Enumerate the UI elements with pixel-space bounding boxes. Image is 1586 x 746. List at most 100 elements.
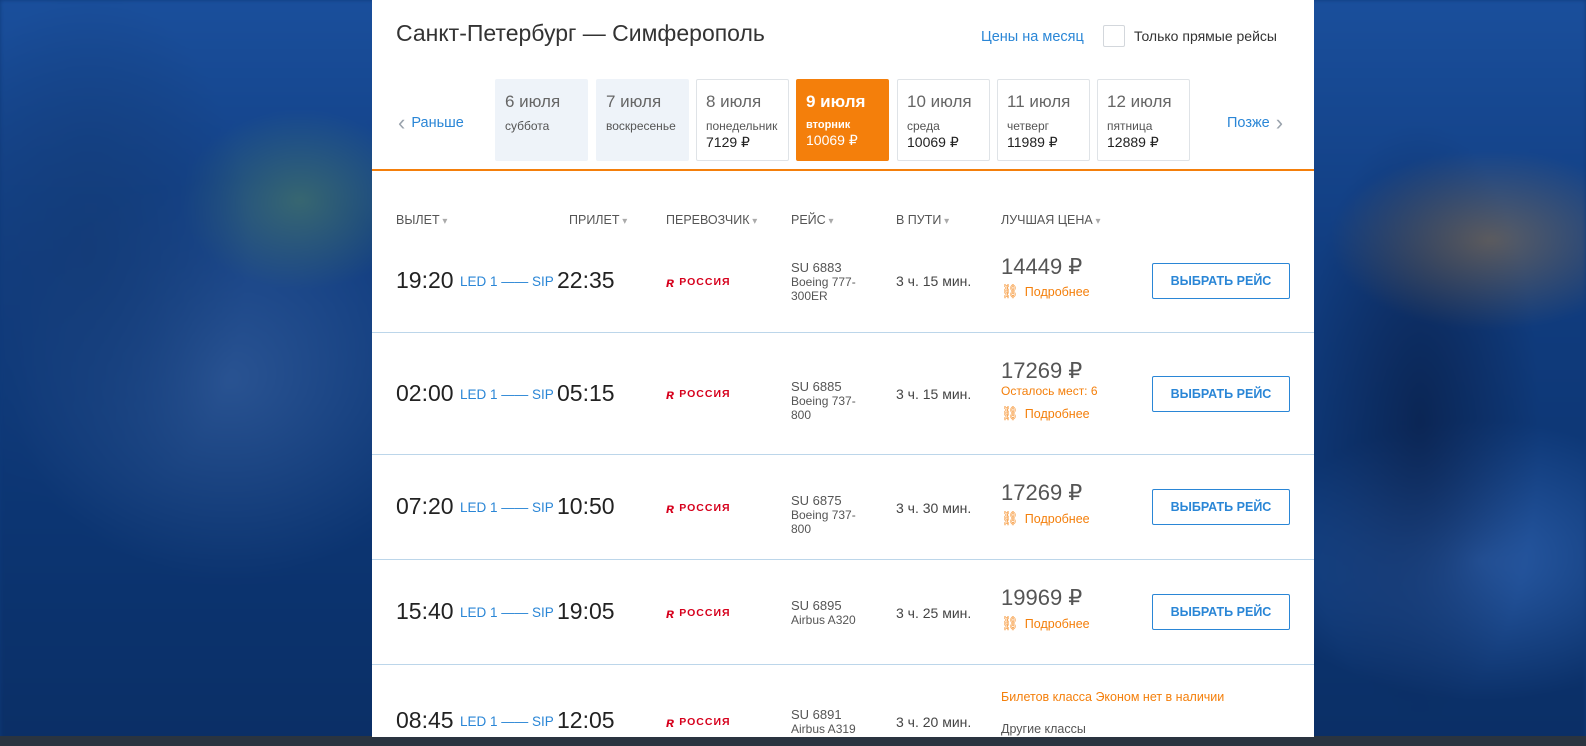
flight-price: 17269 ₽: [1001, 480, 1083, 505]
from-airport: LED 1: [460, 714, 498, 729]
details-link[interactable]: ⛓ Подробнее: [1001, 405, 1090, 422]
airline-mark-icon: ʀ: [666, 714, 676, 730]
to-airport: SIP: [532, 387, 554, 402]
date-price: 11989 ₽: [1007, 134, 1058, 150]
arrival-time: 22:35: [557, 267, 615, 293]
select-flight-button[interactable]: ВЫБРАТЬ РЕЙС: [1152, 489, 1290, 525]
date-card[interactable]: 12 июля пятница 12889 ₽: [1097, 79, 1190, 161]
later-button[interactable]: Позже ›: [1227, 110, 1284, 135]
sort-best-price[interactable]: ЛУЧШАЯ ЦЕНА: [1001, 213, 1101, 227]
carrier-logo: ʀ РОССИЯ: [666, 500, 731, 516]
flight-number: SU 6895: [791, 598, 842, 613]
aircraft-type: Airbus A319: [791, 722, 856, 736]
select-flight-button[interactable]: ВЫБРАТЬ РЕЙС: [1152, 594, 1290, 630]
flight-price: 14449 ₽: [1001, 254, 1083, 279]
details-label: Подробнее: [1024, 406, 1090, 421]
weekday-label: суббота: [505, 119, 550, 133]
airline-mark-icon: ʀ: [666, 386, 676, 402]
date-card[interactable]: 7 июля воскресенье: [596, 79, 689, 161]
carrier-logo: ʀ РОССИЯ: [666, 714, 731, 730]
flight-number: SU 6885: [791, 379, 842, 394]
departure-time: 19:20: [396, 267, 454, 293]
carrier-name: РОССИЯ: [679, 607, 731, 619]
from-airport: LED 1: [460, 387, 498, 402]
sort-departure[interactable]: ВЫЛЕТ: [396, 213, 447, 227]
aircraft-type: Boeing 737-800: [791, 394, 856, 422]
to-airport: SIP: [532, 714, 554, 729]
flight-duration: 3 ч. 15 мин.: [896, 386, 972, 402]
aircraft-type: Boeing 777-300ER: [791, 275, 856, 303]
no-economy-notice: Билетов класса Эконом нет в наличии: [1001, 690, 1225, 704]
flight-row: 02:00 LED 1 —— SIP 05:15 ʀ РОССИЯ SU 6885…: [372, 333, 1314, 455]
results-panel: Санкт-Петербург — Симферополь Цены на ме…: [372, 0, 1314, 737]
date-label: 7 июля: [606, 92, 662, 111]
flight-duration: 3 ч. 30 мин.: [896, 500, 972, 516]
date-card[interactable]: 6 июля суббота: [495, 79, 588, 161]
carrier-logo: ʀ РОССИЯ: [666, 605, 731, 621]
arrival-time: 10:50: [557, 493, 615, 519]
arrival-time: 19:05: [557, 598, 615, 624]
seats-left: Осталось мест: 6: [1001, 384, 1098, 398]
direct-only-checkbox[interactable]: [1103, 25, 1125, 47]
details-label: Подробнее: [1024, 616, 1090, 631]
weekday-label: понедельник: [706, 119, 778, 133]
carrier-name: РОССИЯ: [679, 716, 731, 728]
details-link[interactable]: ⛓ Подробнее: [1001, 510, 1090, 527]
weekday-label: четверг: [1007, 119, 1049, 133]
date-card[interactable]: 8 июля понедельник 7129 ₽: [696, 79, 789, 161]
flight-price: 17269 ₽: [1001, 358, 1083, 383]
baggage-icon: ⛓: [1001, 405, 1019, 421]
month-prices-link[interactable]: Цены на месяц: [981, 29, 1084, 45]
route-airports: LED 1 —— SIP: [460, 387, 554, 402]
from-airport: LED 1: [460, 605, 498, 620]
baggage-icon: ⛓: [1001, 615, 1019, 631]
date-label: 9 июля: [806, 92, 866, 111]
sort-duration[interactable]: В ПУТИ: [896, 213, 949, 227]
flight-row: 07:20 LED 1 —— SIP 10:50 ʀ РОССИЯ SU 6875…: [372, 455, 1314, 560]
sort-flight[interactable]: РЕЙС: [791, 213, 834, 227]
flight-price: 19969 ₽: [1001, 585, 1083, 610]
from-airport: LED 1: [460, 500, 498, 515]
date-price: 10069 ₽: [806, 132, 858, 148]
route-title: Санкт-Петербург — Симферополь: [396, 20, 765, 46]
details-label: Подробнее: [1024, 511, 1090, 526]
to-airport: SIP: [532, 500, 554, 515]
date-card[interactable]: 10 июля среда 10069 ₽: [897, 79, 990, 161]
from-airport: LED 1: [460, 274, 498, 289]
sort-carrier[interactable]: ПЕРЕВОЗЧИК: [666, 213, 757, 227]
date-label: 12 июля: [1107, 92, 1172, 111]
to-airport: SIP: [532, 274, 554, 289]
date-card[interactable]: 11 июля четверг 11989 ₽: [997, 79, 1090, 161]
sort-arrival[interactable]: ПРИЛЕТ: [569, 213, 627, 227]
earlier-button[interactable]: ‹ Раньше: [398, 112, 464, 134]
date-card-selected[interactable]: 9 июля вторник 10069 ₽: [796, 79, 889, 161]
carrier-name: РОССИЯ: [679, 388, 731, 400]
flight-number: SU 6883: [791, 260, 842, 275]
baggage-icon: ⛓: [1001, 510, 1019, 526]
details-link[interactable]: ⛓ Подробнее: [1001, 283, 1090, 300]
flight-duration: 3 ч. 25 мин.: [896, 605, 972, 621]
baggage-icon: ⛓: [1001, 283, 1019, 299]
weekday-label: пятница: [1107, 119, 1153, 133]
flight-number: SU 6875: [791, 493, 842, 508]
flight-row: 15:40 LED 1 —— SIP 19:05 ʀ РОССИЯ SU 6895…: [372, 560, 1314, 665]
aircraft-type: Airbus A320: [791, 613, 856, 627]
arrival-time: 05:15: [557, 380, 615, 406]
details-link[interactable]: ⛓ Подробнее: [1001, 615, 1090, 632]
flight-number: SU 6891: [791, 707, 842, 722]
carrier-name: РОССИЯ: [679, 502, 731, 514]
direct-only-label[interactable]: Только прямые рейсы: [1134, 28, 1277, 44]
earlier-label: Раньше: [411, 115, 464, 131]
select-flight-button[interactable]: ВЫБРАТЬ РЕЙС: [1152, 263, 1290, 299]
route-airports: LED 1 —— SIP: [460, 500, 554, 515]
select-flight-button[interactable]: ВЫБРАТЬ РЕЙС: [1152, 376, 1290, 412]
carrier-logo: ʀ РОССИЯ: [666, 386, 731, 402]
airline-mark-icon: ʀ: [666, 605, 676, 621]
date-strip-divider: [372, 169, 1314, 171]
other-classes-link[interactable]: Другие классы: [1001, 722, 1086, 736]
date-label: 11 июля: [1007, 92, 1071, 111]
chevron-right-icon: ›: [1275, 110, 1284, 135]
aircraft-type: Boeing 737-800: [791, 508, 856, 536]
carrier-logo: ʀ РОССИЯ: [666, 274, 731, 290]
bottom-strip: [0, 736, 1586, 746]
